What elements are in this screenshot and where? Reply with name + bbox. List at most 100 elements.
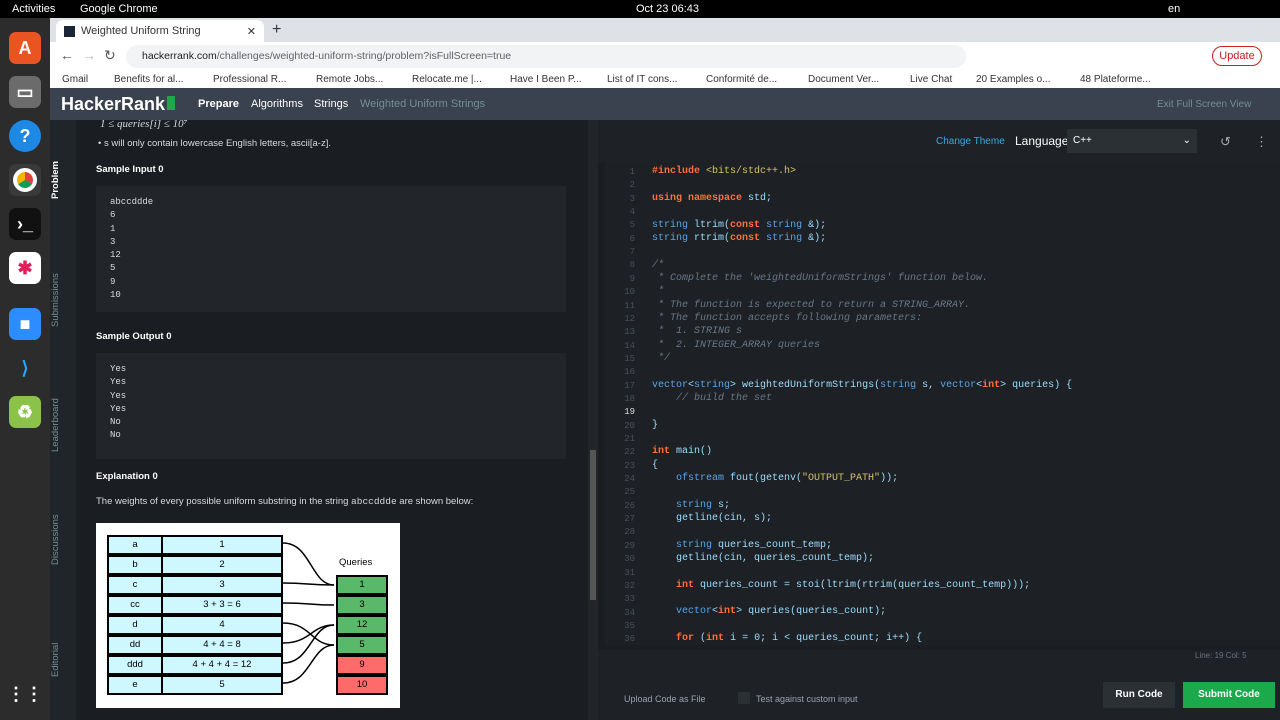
history-icon[interactable]: ↺ — [1220, 134, 1231, 150]
upload-code-link[interactable]: Upload Code as File — [624, 694, 706, 704]
system-top-bar: Activities Google Chrome Oct 23 06:43 en — [0, 0, 1280, 18]
bookmark-item[interactable]: Professional R... — [213, 74, 286, 85]
line-number: 5 — [629, 220, 635, 231]
breadcrumb-strings[interactable]: Strings — [314, 98, 348, 110]
line-number: 15 — [624, 353, 635, 364]
breadcrumb-current: Weighted Uniform Strings — [360, 98, 486, 110]
line-number: 30 — [624, 554, 635, 565]
line-number: 21 — [624, 434, 635, 444]
line-number: 27 — [624, 514, 635, 525]
tab-leaderboard[interactable]: Leaderboard — [50, 385, 76, 465]
hackerrank-favicon-icon — [64, 25, 75, 37]
trash-icon[interactable]: ♻ — [9, 396, 41, 428]
tab-discussions[interactable]: Discussions — [50, 505, 76, 575]
forward-icon[interactable]: → — [82, 47, 96, 63]
bookmark-item[interactable]: Benefits for al... — [114, 74, 183, 85]
line-number: 36 — [624, 634, 635, 645]
close-tab-icon[interactable]: ✕ — [247, 25, 256, 38]
change-theme-link[interactable]: Change Theme — [936, 136, 1005, 147]
line-number: 35 — [624, 620, 635, 631]
weights-figure: a 1 b 2 c 3 cc 3 + 3 = 6 d 4 dd 4 + 4 = … — [96, 523, 400, 708]
submit-code-button[interactable]: Submit Code — [1183, 682, 1275, 708]
constraint-queries: 1 ≤ queries[i] ≤ 10⁷ — [100, 120, 188, 130]
line-number: 11 — [624, 300, 635, 311]
language-label: Language — [1015, 134, 1069, 148]
line-number: 4 — [629, 207, 635, 218]
apps-grid-icon[interactable]: ⋮⋮ — [7, 678, 43, 710]
line-number: 18 — [624, 393, 635, 404]
terminal-icon[interactable]: ›_ — [9, 208, 41, 240]
custom-input-checkbox[interactable] — [738, 692, 750, 704]
address-bar[interactable]: hackerrank.com/challenges/weighted-unifo… — [126, 45, 966, 68]
input-language[interactable]: en — [1168, 3, 1180, 15]
line-number: 24 — [624, 474, 635, 485]
breadcrumb-algorithms[interactable]: Algorithms — [251, 98, 303, 110]
reload-icon[interactable]: ↻ — [104, 47, 116, 64]
clock[interactable]: Oct 23 06:43 — [636, 3, 699, 15]
tab-problem[interactable]: Problem — [50, 150, 76, 210]
back-icon[interactable]: ← — [60, 47, 74, 63]
activities-button[interactable]: Activities — [12, 3, 55, 15]
bookmark-item[interactable]: 20 Examples o... — [976, 74, 1050, 85]
line-number: 2 — [629, 180, 635, 191]
hackerrank-header: HackerRank Prepare Algorithms Strings We… — [50, 88, 1280, 120]
bookmark-item[interactable]: Relocate.me |... — [412, 74, 482, 85]
line-number: 29 — [624, 540, 635, 551]
custom-input-label: Test against custom input — [756, 694, 858, 704]
tab-submissions[interactable]: Submissions — [50, 260, 76, 340]
language-select[interactable]: C++ ⌄ — [1067, 129, 1197, 153]
bookmark-item[interactable]: Document Ver... — [808, 74, 879, 85]
code-editor[interactable]: 1 2 3 4 5 6 7 8 9 10 11 12 13 14 15 16 17 18 19 20 21 22 23 24 2… — [605, 162, 1280, 645]
browser-chrome: Weighted Uniform String ✕ + ← → ↻ hackerr… — [50, 18, 1280, 88]
files-icon[interactable]: ▭ — [9, 76, 41, 108]
bookmark-item[interactable]: 48 Plateforme... — [1080, 74, 1151, 85]
zoom-icon[interactable]: ■ — [9, 308, 41, 340]
sample-input-block: abccddde 6 1 3 12 5 9 10 — [96, 186, 566, 312]
new-tab-button[interactable]: + — [272, 21, 281, 39]
help-icon[interactable]: ? — [9, 120, 41, 152]
bookmark-item[interactable]: Conformité de... — [706, 74, 777, 85]
bookmark-item[interactable]: Remote Jobs... — [316, 74, 383, 85]
line-number: 1 — [629, 167, 635, 177]
sample-output-title: Sample Output 0 — [96, 331, 172, 342]
line-number: 23 — [624, 460, 635, 471]
line-number: 28 — [624, 527, 635, 538]
line-number: 33 — [624, 594, 635, 605]
line-number: 13 — [624, 327, 635, 338]
bookmarks-bar: Gmail Benefits for al... Professional R.… — [50, 72, 1280, 88]
line-number: 22 — [624, 447, 635, 458]
line-number: 17 — [624, 380, 635, 391]
tab-title: Weighted Uniform String — [81, 25, 201, 37]
bookmark-item[interactable]: Live Chat — [910, 74, 952, 85]
sample-input-title: Sample Input 0 — [96, 164, 164, 175]
run-code-button[interactable]: Run Code — [1103, 682, 1175, 708]
vscode-icon[interactable]: ⟩ — [9, 352, 41, 384]
browser-tab[interactable]: Weighted Uniform String ✕ — [56, 20, 264, 42]
mapping-arrows — [282, 542, 335, 684]
editor-toolbar: Change Theme Language C++ ⌄ ↺ ⋮ — [598, 120, 1280, 162]
software-center-icon[interactable]: A — [9, 32, 41, 64]
slack-icon[interactable]: ✱ — [9, 252, 41, 284]
side-tabs: Problem Submissions Leaderboard Discussi… — [50, 120, 76, 720]
line-number: 14 — [624, 340, 635, 351]
more-icon[interactable]: ⋮ — [1255, 134, 1268, 150]
update-button[interactable]: Update — [1212, 46, 1262, 66]
bookmark-item[interactable]: Gmail — [62, 74, 88, 85]
line-number: 31 — [624, 567, 635, 578]
line-number: 19 — [624, 407, 635, 418]
splitter-scrollbar[interactable] — [588, 120, 598, 720]
bookmark-item[interactable]: List of IT cons... — [607, 74, 677, 85]
bookmark-item[interactable]: Have I Been P... — [510, 74, 582, 85]
breadcrumb-prepare[interactable]: Prepare — [198, 98, 239, 110]
chevron-down-icon: ⌄ — [1182, 135, 1191, 146]
url-path: /challenges/weighted-uniform-string/prob… — [216, 50, 512, 62]
chrome-icon[interactable] — [9, 164, 41, 196]
hackerrank-logo[interactable]: HackerRank — [61, 94, 176, 115]
problem-panel: 1 ≤ queries[i] ≤ 10⁷ • s will only conta… — [76, 120, 588, 720]
active-app-label[interactable]: Google Chrome — [80, 3, 158, 15]
constraint-s: • s will only contain lowercase English … — [98, 138, 332, 149]
exit-fullscreen-link[interactable]: Exit Full Screen View — [1157, 99, 1251, 110]
tab-editorial[interactable]: Editorial — [50, 630, 76, 690]
line-number: 26 — [624, 500, 635, 511]
line-number: 25 — [624, 487, 635, 498]
